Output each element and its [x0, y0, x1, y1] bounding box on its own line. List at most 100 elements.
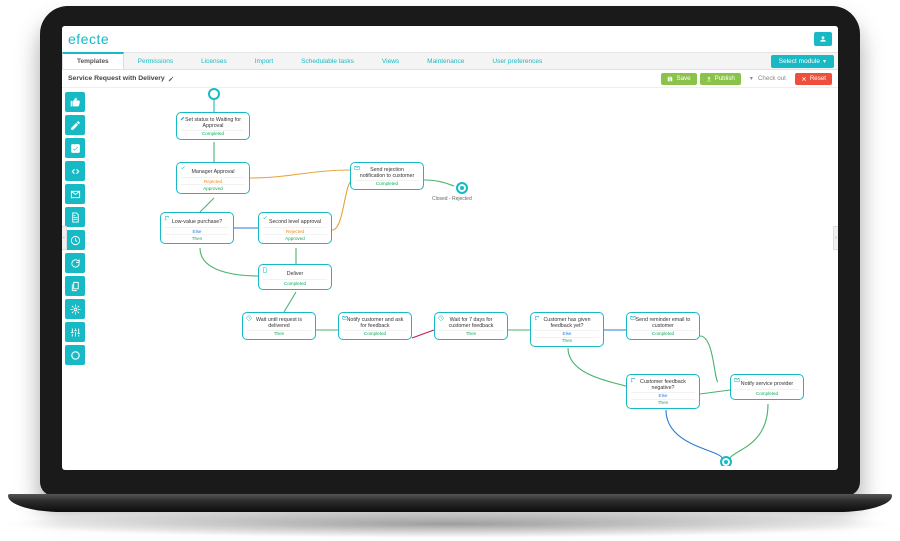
refresh-icon	[70, 258, 81, 269]
connector	[700, 336, 718, 382]
tool-edit-icon[interactable]	[65, 115, 85, 135]
collapse-right-handle[interactable]: ›	[833, 226, 838, 250]
tool-mail-icon[interactable]	[65, 184, 85, 204]
edit-icon	[70, 120, 81, 131]
top-header: efecte	[62, 26, 838, 52]
workflow-node[interactable]: Low-value purchase?ElseThen	[160, 212, 234, 244]
module-select-dropdown[interactable]: Select module	[771, 55, 834, 68]
node-port-completed[interactable]: Completed	[181, 130, 245, 137]
tab-user-preferences[interactable]: User preferences	[478, 53, 556, 69]
node-port-approved[interactable]: Approved	[263, 234, 327, 241]
clock-icon	[70, 235, 81, 246]
connector	[200, 198, 214, 212]
laptop-base	[8, 494, 892, 512]
workflow-node[interactable]: Send rejection notification to customerC…	[350, 162, 424, 190]
circle-icon	[70, 350, 81, 361]
node-title: Set status to Waiting for Approval	[181, 116, 245, 130]
node-check-icon	[180, 165, 186, 171]
node-title: Manager Approval	[181, 166, 245, 177]
workflow-canvas[interactable]: Closed - RejectedClosed - DeliveredSet s…	[90, 80, 830, 466]
tool-sliders-icon[interactable]	[65, 322, 85, 342]
tool-document-icon[interactable]	[65, 207, 85, 227]
tool-thumbs-up-icon[interactable]	[65, 92, 85, 112]
tool-gear-icon[interactable]	[65, 299, 85, 319]
workflow-node[interactable]: Wait until request is deliveredThen	[242, 312, 316, 340]
node-port-then[interactable]: Then	[165, 234, 229, 241]
node-title: Send reminder email to customer	[631, 316, 695, 330]
start-node[interactable]	[208, 88, 220, 100]
tab-templates[interactable]: Templates	[62, 52, 124, 69]
node-branch-icon	[534, 315, 540, 321]
tab-views[interactable]: Views	[368, 53, 413, 69]
node-port-then[interactable]: Then	[535, 337, 599, 344]
workflow-node[interactable]: Second level approvalRejectedApproved	[258, 212, 332, 244]
app-screen: efecte Templates Permissions Licenses Im…	[62, 26, 838, 470]
node-port-approved[interactable]: Approved	[181, 184, 245, 191]
side-toolbar	[65, 92, 85, 365]
node-clock-icon	[438, 315, 444, 321]
node-title: Notify customer and ask for feedback	[343, 316, 407, 330]
node-port-else[interactable]: Else	[631, 392, 695, 399]
tool-clock-icon[interactable]	[65, 230, 85, 250]
tool-check-square-icon[interactable]	[65, 138, 85, 158]
connector	[700, 390, 730, 394]
node-port-completed[interactable]: Completed	[631, 330, 695, 337]
workflow-node[interactable]: Customer feedback negative?ElseThen	[626, 374, 700, 409]
tab-permissions[interactable]: Permissions	[124, 53, 187, 69]
laptop-frame: efecte Templates Permissions Licenses Im…	[40, 6, 860, 496]
node-title: Customer has given feedback yet?	[535, 316, 599, 330]
laptop-shadow	[0, 510, 900, 538]
connector	[332, 180, 352, 230]
connector	[730, 404, 768, 458]
node-mail-icon	[630, 315, 636, 321]
end-node[interactable]	[720, 456, 732, 466]
node-title: Low-value purchase?	[165, 216, 229, 227]
node-port-completed[interactable]: Completed	[735, 389, 799, 396]
node-port-else[interactable]: Else	[165, 227, 229, 234]
sliders-icon	[70, 327, 81, 338]
node-port-then[interactable]: Then	[631, 399, 695, 406]
node-clock-icon	[246, 315, 252, 321]
tab-schedulable-tasks[interactable]: Schedulable tasks	[287, 53, 368, 69]
node-mail-icon	[734, 377, 740, 383]
workflow-node[interactable]: Set status to Waiting for ApprovalComple…	[176, 112, 250, 140]
connector	[284, 292, 296, 312]
workflow-node[interactable]: Manager ApprovalRejectedApproved	[176, 162, 250, 194]
workflow-node[interactable]: Notify customer and ask for feedbackComp…	[338, 312, 412, 340]
gear-icon	[70, 304, 81, 315]
tab-maintenance[interactable]: Maintenance	[413, 53, 478, 69]
node-title: Wait until request is delivered	[247, 316, 311, 330]
node-title: Notify service provider	[735, 378, 799, 389]
connector	[250, 170, 350, 178]
workflow-node[interactable]: Notify service providerCompleted	[730, 374, 804, 400]
node-port-else[interactable]: Else	[535, 330, 599, 337]
tool-refresh-icon[interactable]	[65, 253, 85, 273]
node-port-completed[interactable]: Completed	[343, 330, 407, 337]
node-port-then[interactable]: Then	[439, 330, 503, 337]
workflow-node[interactable]: Wait for 7 days for customer feedbackThe…	[434, 312, 508, 340]
node-port-rejected[interactable]: Rejected	[263, 227, 327, 234]
tab-bar: Templates Permissions Licenses Import Sc…	[62, 52, 838, 70]
node-port-completed[interactable]: Completed	[263, 279, 327, 286]
tab-import[interactable]: Import	[241, 53, 287, 69]
user-menu-button[interactable]	[814, 32, 832, 46]
end-node[interactable]	[456, 182, 468, 194]
node-port-rejected[interactable]: Rejected	[181, 177, 245, 184]
workflow-node[interactable]: Send reminder email to customerCompleted	[626, 312, 700, 340]
tool-copy-icon[interactable]	[65, 276, 85, 296]
connector	[200, 248, 260, 276]
document-icon	[70, 212, 81, 223]
node-mail-icon	[354, 165, 360, 171]
workflow-node[interactable]: DeliverCompleted	[258, 264, 332, 290]
end-node-label: Closed - Rejected	[432, 196, 472, 202]
node-branch-icon	[164, 215, 170, 221]
node-port-completed[interactable]: Completed	[355, 180, 419, 187]
tab-licenses[interactable]: Licenses	[187, 53, 241, 69]
node-port-then[interactable]: Then	[247, 330, 311, 337]
workflow-node[interactable]: Customer has given feedback yet?ElseThen	[530, 312, 604, 347]
node-title: Wait for 7 days for customer feedback	[439, 316, 503, 330]
tool-code-icon[interactable]	[65, 161, 85, 181]
node-title: Deliver	[263, 268, 327, 279]
collapse-left-handle[interactable]: ‹	[62, 226, 67, 250]
tool-circle-icon[interactable]	[65, 345, 85, 365]
